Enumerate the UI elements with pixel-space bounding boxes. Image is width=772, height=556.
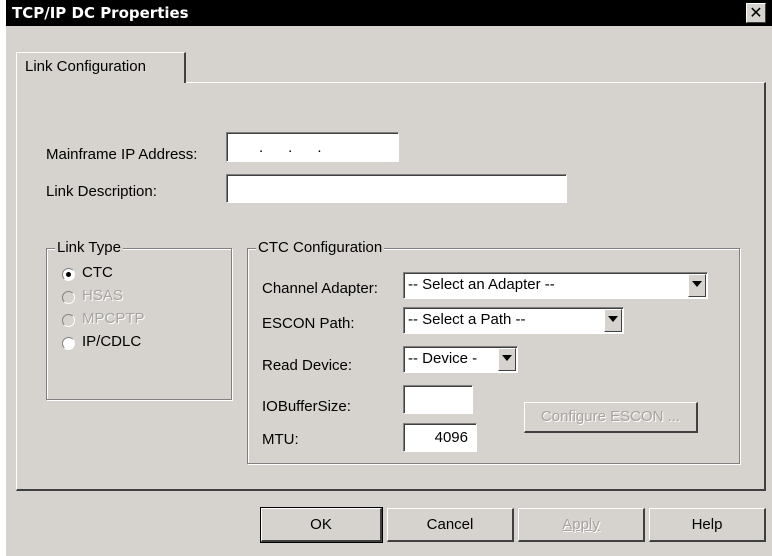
escon-path-label: ESCON Path: xyxy=(262,315,355,332)
dropdown-button[interactable] xyxy=(604,309,622,332)
ctc-configuration-legend: CTC Configuration xyxy=(256,239,385,256)
apply-label: Apply xyxy=(562,516,600,533)
mainframe-ip-input[interactable]: . . . xyxy=(226,132,399,162)
radio-ctc-label: CTC xyxy=(82,264,113,281)
cancel-button[interactable]: Cancel xyxy=(387,508,514,542)
radio-selected-dot xyxy=(66,272,71,277)
mtu-label: MTU: xyxy=(262,431,299,448)
ok-button[interactable]: OK xyxy=(260,507,383,543)
link-description-input[interactable] xyxy=(226,174,567,203)
mtu-input[interactable]: 4096 xyxy=(403,423,477,452)
mainframe-ip-label: Mainframe IP Address: xyxy=(46,146,198,163)
radio-mpcptp-label: MPCPTP xyxy=(82,310,145,327)
iobuffersize-input[interactable] xyxy=(403,385,473,414)
mainframe-ip-value: . . . xyxy=(259,139,322,156)
dropdown-button[interactable] xyxy=(498,348,516,371)
radio-ctc[interactable] xyxy=(62,268,75,281)
window-title: TCP/IP DC Properties xyxy=(12,4,189,22)
radio-mpcptp xyxy=(62,314,75,327)
escon-path-value: -- Select a Path -- xyxy=(408,311,526,328)
chevron-down-icon xyxy=(692,281,702,287)
channel-adapter-select[interactable]: -- Select an Adapter -- xyxy=(403,272,708,299)
dialog-window: TCP/IP DC Properties ✕ Link Configuratio… xyxy=(6,0,772,556)
channel-adapter-label: Channel Adapter: xyxy=(262,280,378,297)
help-button[interactable]: Help xyxy=(649,508,766,542)
link-type-legend: Link Type xyxy=(55,239,123,256)
chevron-down-icon xyxy=(608,316,618,322)
radio-ip-cdlc[interactable] xyxy=(62,337,75,350)
ok-label: OK xyxy=(310,516,332,533)
configure-escon-label: Configure ESCON ... xyxy=(540,408,681,425)
channel-adapter-value: -- Select an Adapter -- xyxy=(408,276,555,293)
dropdown-button[interactable] xyxy=(688,274,706,297)
close-button[interactable]: ✕ xyxy=(746,3,766,23)
read-device-value: -- Device - xyxy=(408,350,478,367)
chevron-down-icon xyxy=(502,355,512,361)
radio-hsas-label: HSAS xyxy=(82,287,123,304)
read-device-label: Read Device: xyxy=(262,357,353,374)
tab-label: Link Configuration xyxy=(25,58,146,75)
apply-button: Apply xyxy=(518,508,645,542)
configure-escon-button: Configure ESCON ... xyxy=(524,402,698,433)
read-device-select[interactable]: -- Device - xyxy=(403,346,518,373)
radio-ip-cdlc-label: IP/CDLC xyxy=(82,333,142,350)
radio-hsas xyxy=(62,291,75,304)
tab-link-configuration[interactable]: Link Configuration xyxy=(16,52,186,83)
help-label: Help xyxy=(691,516,723,533)
escon-path-select[interactable]: -- Select a Path -- xyxy=(403,307,624,334)
mtu-value: 4096 xyxy=(434,429,468,446)
iobuffersize-label: IOBufferSize: xyxy=(262,398,351,415)
close-icon: ✕ xyxy=(749,5,763,22)
title-bar[interactable]: TCP/IP DC Properties ✕ xyxy=(6,0,772,26)
link-description-label: Link Description: xyxy=(46,183,157,200)
cancel-label: Cancel xyxy=(426,516,474,533)
